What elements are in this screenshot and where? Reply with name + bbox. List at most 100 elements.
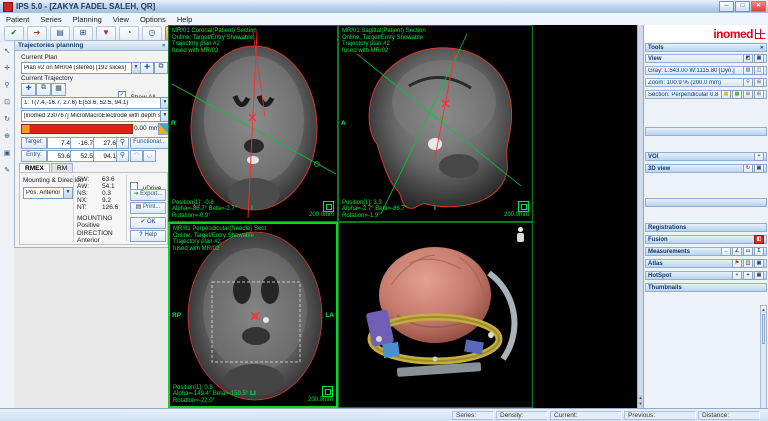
section-green-icon[interactable]: ▦ [732,90,742,99]
hotspot-header[interactable]: HotSpot + ⌖ ▣ [645,271,767,280]
print-button[interactable]: ▤ Print... [130,202,166,214]
zoom-rect-tool-icon[interactable]: ⊡ [1,96,14,109]
export-icon[interactable]: ➔ [27,26,47,41]
crosshair-tool-icon[interactable]: ⊕ [1,130,14,143]
functional-button[interactable]: Functional... [130,137,169,149]
zoom-fit-icon[interactable]: ⊞ [754,78,764,87]
threed-view[interactable] [338,222,533,408]
annotate-tool-icon[interactable]: ✎ [1,164,14,177]
view-row[interactable]: View ◩ ▣ [645,54,767,63]
voi-header[interactable] [645,127,767,136]
measure-area-icon[interactable]: ▭ [743,247,753,256]
fusion-header[interactable]: Fusion ◧ [645,235,767,244]
view-footer-angles: Alpha=-149.4° Beta=-150.5° [173,391,248,398]
measurements-header[interactable]: Measurements ↔ ∠ ▭ Σ [645,247,767,256]
atlas-settings-icon[interactable]: ▣ [754,259,764,268]
scrollbar-thumb[interactable] [762,314,765,344]
target-button[interactable]: Target: [21,137,47,149]
trajectory-dropdown[interactable]: 1: T(7.4,-16.7, 27.6) E(53.6, 52.5, 94.1… [21,97,170,109]
voi-header[interactable]: VOI + [645,152,767,161]
magnifier-tool-icon[interactable]: ⚲ [1,79,14,92]
electrode-dropdown[interactable]: [inomed 230767] MicroMacroElectrode with… [21,110,170,122]
view-grid-icon[interactable]: ▣ [754,54,764,63]
menu-help[interactable]: Help [177,15,192,24]
voi-add-icon[interactable]: + [754,152,764,161]
clock-icon[interactable]: ◷ [142,26,162,41]
target-locate-icon[interactable]: ⚲ [116,137,129,149]
fusion-icon[interactable]: ◧ [754,235,764,244]
view-mode-icon[interactable]: ◩ [743,54,753,63]
section-yellow-icon[interactable]: ▦ [721,90,731,99]
delete-trajectory-button[interactable]: ▦ [51,83,66,96]
atlas-flag-icon[interactable]: ⚑ [732,259,742,268]
section-grid1-icon[interactable]: ⊞ [743,90,753,99]
close-button[interactable]: ✕ [751,1,766,12]
plan-check-icon[interactable]: ✔ [4,26,24,41]
gray-row[interactable]: Gray: L:543.00 W:1115.80 [Dyn.] ▧ ◫ [645,66,767,75]
section-grid2-icon[interactable]: ⊞ [754,90,764,99]
scroll-up-icon[interactable]: ▲ [761,306,766,313]
coronal-view[interactable]: MR/01 Coronal(Patient) Section Online, T… [168,25,338,222]
patient-head-icon[interactable]: ◔ [119,26,139,41]
right-panel: inomed Tools ✕ View ◩ ▣ Gray: L:543.00 W… [643,25,768,408]
chevron-down-icon[interactable]: ▼ [131,63,140,73]
atlas-header[interactable]: Atlas ⚑ ◫ ▣ [645,259,767,268]
entry-arc-down-icon[interactable]: ◡ [143,150,156,162]
help-button[interactable]: ? Help [130,230,166,242]
tools-close-icon[interactable]: ✕ [760,45,764,51]
pointer-tool-icon[interactable]: ↖ [1,45,14,58]
layout-tool-icon[interactable]: ▣ [1,147,14,160]
panel-close-icon[interactable]: ✕ [162,43,166,49]
zoom-magnifier-icon[interactable]: ⚲ [743,78,753,87]
threed-refresh-icon[interactable]: ↻ [743,164,753,173]
entry-arc-up-icon[interactable]: ◠ [130,150,143,162]
measure-distance-icon[interactable]: ↔ [721,247,731,256]
add-trajectory-button[interactable]: ✚ [21,83,36,96]
hotspot-list-icon[interactable]: ▣ [754,271,764,280]
depth-slider[interactable] [21,124,133,134]
chevron-down-icon[interactable]: ▼ [63,188,72,198]
export-button[interactable]: ➔ Export... [130,189,166,201]
add-plan-button[interactable]: ✚ [140,62,154,74]
hotspot-target-icon[interactable]: ⌖ [743,271,753,280]
section-row[interactable]: Section: Perpendicular 0.8 ▦ ▦ ⊞ ⊞ [645,90,767,99]
entry-button[interactable]: Entry: [21,150,47,162]
measure-angle-icon[interactable]: ∠ [732,247,742,256]
copy-trajectory-button[interactable]: ⧉ [36,83,51,96]
rotate-tool-icon[interactable]: ↻ [1,113,14,126]
entry-locate-icon[interactable]: ⚲ [116,150,129,162]
view-footer-rotation: Rotation=-1.9° [342,213,407,220]
atlas-overlay-icon[interactable]: ◫ [743,259,753,268]
report-icon[interactable]: ▤ [50,26,70,41]
ok-button[interactable]: ✔ OK [130,217,166,229]
menu-planning[interactable]: Planning [73,15,102,24]
tools-header[interactable]: Tools ✕ [645,43,767,52]
minimize-button[interactable]: ─ [719,1,734,12]
hotspot-add-icon[interactable]: + [732,271,742,280]
measure-stats-icon[interactable]: Σ [754,247,764,256]
pan-tool-icon[interactable]: ✛ [1,62,14,75]
copy-plan-button[interactable]: ⧉ [154,62,168,74]
threed-view-header[interactable]: 3D view ↻ ▣ [645,164,767,173]
perpendicular-view[interactable]: MR/01 Perpendicular(Needle) Sect. Online… [168,222,338,408]
threed-settings-icon[interactable]: ▣ [754,164,764,173]
zoom-row[interactable]: Zoom: 100.9 % (200.0 mm) ⚲ ⊞ [645,78,767,87]
menu-options[interactable]: Options [140,15,166,24]
sagittal-view[interactable]: MR/01 Sagittal(Patient) Section Online, … [338,25,533,222]
registrations-header[interactable]: Registrations [645,223,767,232]
panel-title-bar: Trajectories planning ✕ [15,41,169,51]
maximize-button[interactable]: □ [735,1,750,12]
thumbnails-header[interactable]: Thumbnails [645,283,767,292]
filter-icon[interactable]: ▼ [96,26,116,41]
mounting-dropdown[interactable]: Pos. Anterior ▼ [23,187,73,199]
orientation-figure-icon[interactable] [514,227,526,245]
gray-window-icon[interactable]: ▧ [743,66,753,75]
menu-view[interactable]: View [113,15,129,24]
tools-header-label: Tools [648,45,664,51]
menu-series[interactable]: Series [40,15,61,24]
gray-reset-icon[interactable]: ◫ [754,66,764,75]
menu-patient[interactable]: Patient [6,15,29,24]
layout-icon[interactable]: ⊞ [73,26,93,41]
plan-dropdown[interactable]: Plan #2 on MR/04 (stereo) [192 slices] ▼ [21,62,141,74]
thumbnails-scrollbar[interactable]: ▲ ▼ [760,305,767,421]
